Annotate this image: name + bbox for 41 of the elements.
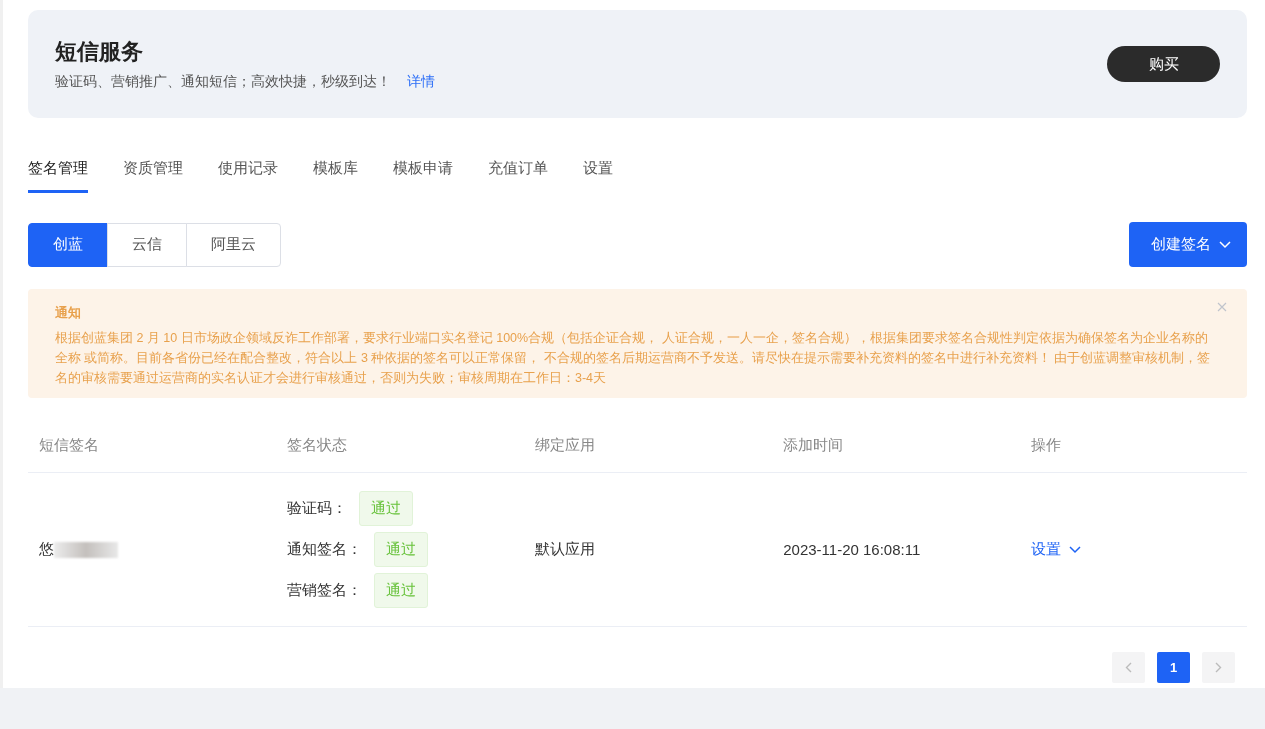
tab[interactable]: 充值订单 [488, 138, 548, 193]
column-header: 短信签名 [28, 418, 277, 473]
chevron-down-icon [1069, 545, 1082, 554]
tab[interactable]: 设置 [583, 138, 613, 193]
page-title: 短信服务 [55, 38, 143, 66]
status-label: 通知签名： [287, 540, 363, 559]
provider-tab[interactable]: 创蓝 [28, 222, 108, 267]
column-header: 签名状态 [276, 418, 525, 473]
tab[interactable]: 模板申请 [393, 138, 453, 193]
redacted-text [54, 541, 118, 558]
status-label: 营销签名： [287, 581, 363, 600]
provider-tab[interactable]: 阿里云 [186, 222, 281, 267]
tab[interactable]: 模板库 [313, 138, 358, 193]
details-link[interactable]: 详情 [407, 73, 435, 91]
chevron-right-icon [1215, 662, 1222, 673]
column-header: 操作 [1020, 418, 1247, 473]
close-icon[interactable] [1217, 302, 1227, 312]
page-button[interactable]: 1 [1157, 652, 1190, 683]
status-tag: 通过 [374, 532, 429, 567]
notice-title: 通知 [55, 304, 81, 322]
status-label: 验证码： [287, 499, 348, 518]
notice-text: 根据创蓝集团 2 月 10 日市场政企领域反诈工作部署，要求行业端口实名登记 100%合规（包括企证合规， 人证合规，一人一企，签名合规），根据集团要求签名合规性判定依据为确保签名为企业名称的全称 或简称。目前各省份已经在配合整改，符合以上 3 种依据的签名可以正常保留， 不合规的签名后期运营商不予发送。请尽快在提示需要补充资料的签名中进行补充资料！ 由于创蓝调整审核机制，签名的审核需要通过运营商的实名认证才会进行审核通过，否则为失败；审核周期在工作日：3-4天 [55, 330, 1212, 387]
signature-name: 悠 [39, 540, 54, 559]
provider-tab[interactable]: 云信 [107, 222, 187, 267]
status-tag: 通过 [359, 491, 414, 526]
chevron-down-icon [1219, 240, 1231, 249]
create-signature-button[interactable]: 创建签名 [1129, 222, 1247, 267]
tab[interactable]: 使用记录 [218, 138, 278, 193]
tab[interactable]: 签名管理 [28, 138, 88, 193]
table-cell: 默认应用 [524, 472, 773, 627]
column-header: 绑定应用 [524, 418, 773, 473]
subtitle: 验证码、营销推广、通知短信；高效快捷，秒级到达！ [55, 73, 391, 91]
table-cell: 2023-11-20 16:08:11 [772, 472, 1021, 627]
tab[interactable]: 资质管理 [123, 138, 183, 193]
status-tag: 通过 [374, 573, 429, 608]
chevron-left-icon [1125, 662, 1132, 673]
column-header: 添加时间 [772, 418, 1021, 473]
settings-dropdown[interactable]: 设置 [1031, 540, 1082, 559]
next-page-button[interactable] [1202, 652, 1235, 683]
previous-page-button[interactable] [1112, 652, 1145, 683]
buy-button[interactable]: 购买 [1107, 46, 1220, 82]
